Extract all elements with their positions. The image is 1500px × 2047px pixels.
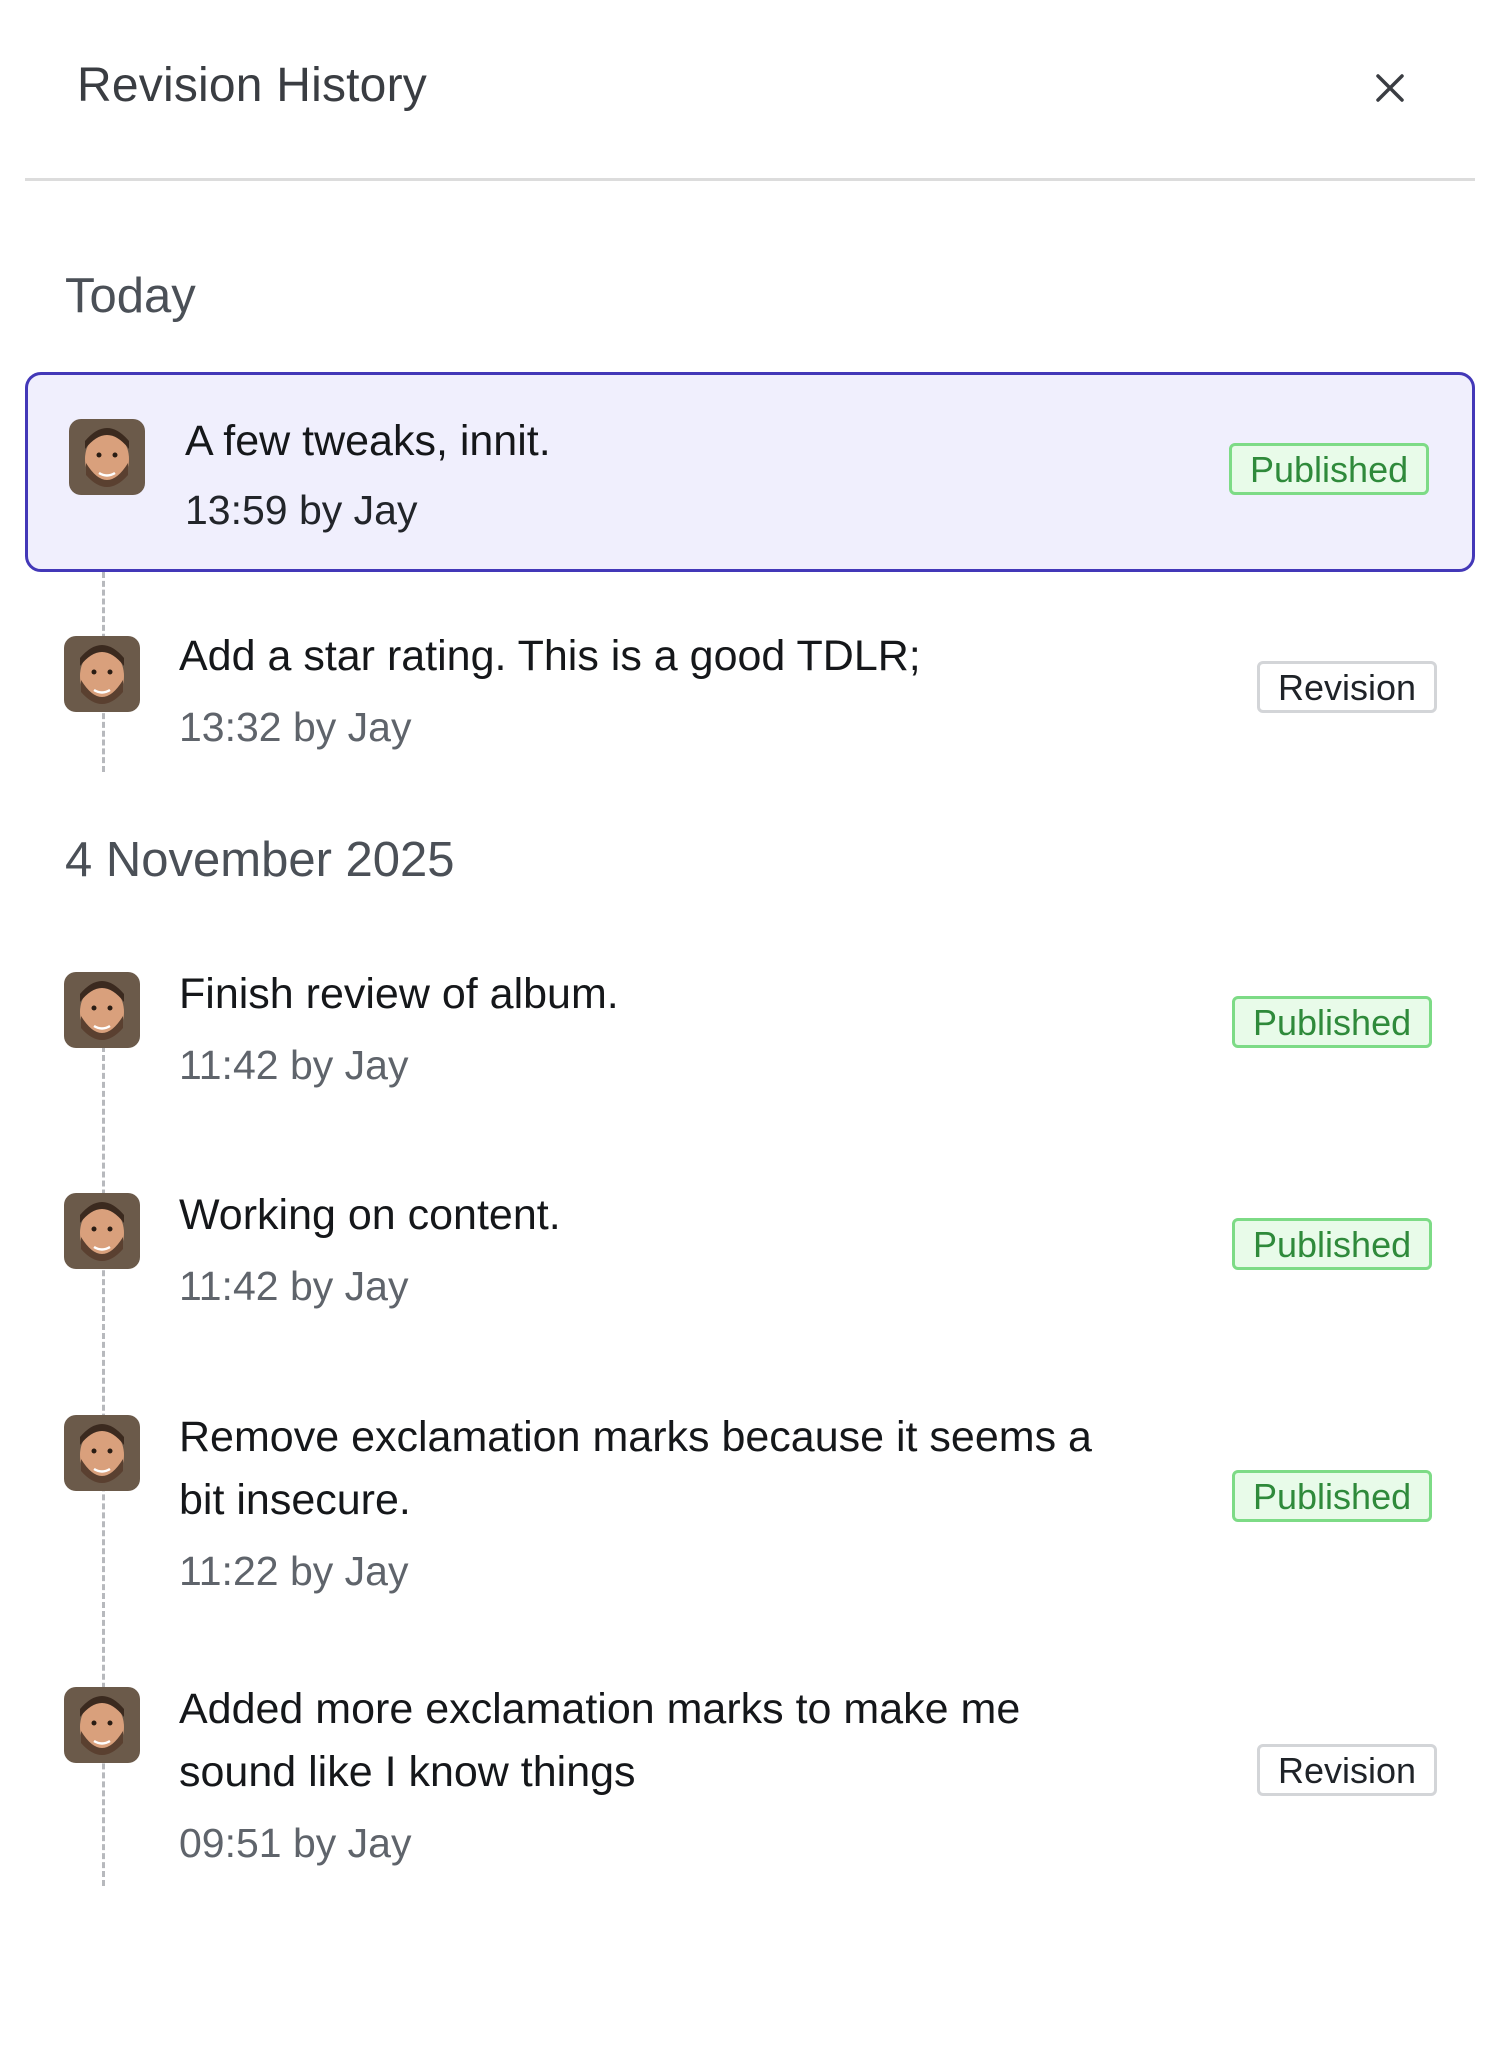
status-badge-revision[interactable]: Revision (1257, 661, 1438, 713)
revision-meta: 09:51 by Jay (179, 1820, 412, 1866)
avatar (69, 419, 145, 495)
panel-title: Revision History (77, 59, 427, 112)
group-label-today: Today (65, 269, 196, 323)
revision-message-line1: Added more exclamation marks to make me (179, 1685, 1021, 1733)
revision-message-line2: bit insecure. (179, 1476, 411, 1524)
revision-entry[interactable]: Remove exclamation marks because it seem… (25, 1399, 1475, 1619)
revision-history-panel: Revision History Today A few tweaks, inn… (0, 0, 1500, 2047)
close-icon[interactable] (1362, 60, 1418, 116)
revision-entry[interactable]: Finish review of album. 11:42 by Jay Pub… (25, 956, 1475, 1116)
status-badge-published[interactable]: Published (1232, 1218, 1433, 1270)
revision-meta: 13:32 by Jay (179, 704, 412, 750)
group-label-date: 4 November 2025 (65, 833, 455, 887)
revision-message: Add a star rating. This is a good TDLR; (179, 632, 921, 680)
revision-entry[interactable]: Add a star rating. This is a good TDLR; … (25, 620, 1475, 780)
revision-message-line1: Remove exclamation marks because it seem… (179, 1413, 1092, 1461)
revision-entry[interactable]: Added more exclamation marks to make me … (25, 1671, 1475, 1891)
status-badge-revision[interactable]: Revision (1257, 1744, 1438, 1796)
avatar (64, 1415, 140, 1491)
status-badge-published[interactable]: Published (1232, 996, 1433, 1048)
panel-header: Revision History (25, 0, 1475, 181)
avatar (64, 636, 140, 712)
status-badge-published[interactable]: Published (1232, 1470, 1433, 1522)
avatar (64, 1193, 140, 1269)
revision-meta: 11:22 by Jay (179, 1548, 409, 1594)
revision-message: Working on content. (179, 1191, 561, 1239)
revision-meta: 11:42 by Jay (179, 1263, 409, 1309)
revision-meta: 11:42 by Jay (179, 1042, 409, 1088)
revision-entry-selected[interactable]: A few tweaks, innit. 13:59 by Jay Publis… (25, 372, 1475, 572)
revision-meta: 13:59 by Jay (185, 487, 418, 533)
avatar (64, 1687, 140, 1763)
revision-message: Finish review of album. (179, 970, 619, 1018)
revision-entry[interactable]: Working on content. 11:42 by Jay Publish… (25, 1177, 1475, 1337)
revision-message: A few tweaks, innit. (185, 417, 551, 465)
status-badge-published[interactable]: Published (1229, 443, 1430, 495)
revision-message-line2: sound like I know things (179, 1748, 636, 1796)
avatar (64, 972, 140, 1048)
